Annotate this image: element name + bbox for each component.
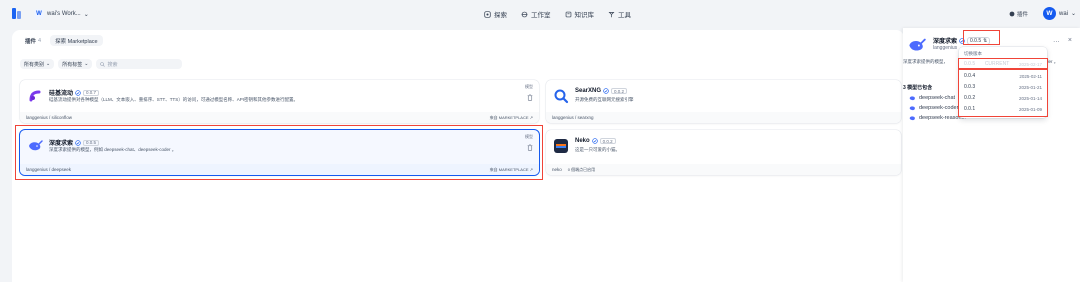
card-title: SearXNG 0.0.2 [575, 88, 628, 94]
siliconflow-icon [29, 90, 41, 102]
nav-knowledge-label: 知识库 [574, 12, 595, 19]
drawer-org: langgenius [933, 45, 958, 51]
user-name: wai [1059, 10, 1069, 17]
plugin-card-searxng[interactable]: SearXNG 0.0.2 开源免费的互联网元搜索引擎 langgenius /… [546, 80, 901, 123]
nav-explore-label: 探索 [494, 12, 507, 19]
card-footer: langgenius / siliconflow 來自 MARKETPLACE … [20, 112, 539, 123]
plugins-button[interactable]: 插件 [1009, 9, 1028, 19]
deepseek-icon [909, 116, 915, 121]
tag-filter[interactable]: 所有标签 ⌄ [58, 59, 93, 69]
card-title-text: SearXNG [575, 88, 602, 94]
avatar: W [1043, 7, 1056, 20]
nav-studio[interactable]: 工作室 [521, 9, 551, 19]
card-title: 硅基流动 0.0.7 [49, 88, 100, 97]
studio-icon [521, 11, 528, 17]
main-nav: 探索 工作室 知识库 工具 [484, 8, 631, 20]
highlight-box [963, 30, 1000, 45]
workspace-badge: W [34, 9, 44, 19]
tools-icon [608, 11, 615, 17]
plugin-icon [1009, 11, 1015, 17]
highlight-box [15, 125, 543, 180]
tab-marketplace-label: 探索 Marketplace [55, 38, 98, 45]
nav-studio-label: 工作室 [531, 12, 551, 19]
card-category-tag: 模型 [525, 84, 533, 89]
endpoints-status: 0 個端点已启用 [567, 166, 596, 172]
card-org: neko [552, 167, 562, 172]
filter-bar: 所有类别 ⌄ 所有标签 ⌄ 搜索 [20, 59, 183, 69]
card-title-text: 硅基流动 [49, 91, 74, 97]
search-input[interactable]: 搜索 [96, 59, 183, 69]
highlight-box [958, 69, 1048, 117]
model-item: deepseek-chat [909, 95, 955, 101]
card-description: 开源免费的互联网元搜索引擎 [575, 97, 634, 102]
trash-icon[interactable] [527, 94, 533, 101]
highlight-box [958, 58, 1048, 69]
search-placeholder: 搜索 [107, 61, 118, 68]
card-description: 硅基流动提供对各种模型（LLM、文本嵌入、重排序、STT、TTS）的访问，可通过… [49, 97, 299, 102]
knowledge-icon [565, 11, 571, 17]
model-item: deepseek-coder [909, 105, 958, 111]
verified-icon [591, 138, 598, 144]
model-name: deepseek-chat [919, 95, 956, 101]
neko-icon [554, 139, 568, 153]
nav-knowledge[interactable]: 知识库 [565, 9, 595, 19]
nav-tools-label: 工具 [618, 12, 631, 19]
explore-icon [484, 10, 491, 18]
category-filter-label: 所有类别 [24, 61, 45, 68]
chevron-down-icon: ⌄ [1071, 11, 1077, 17]
drawer-controls: … × [1053, 37, 1072, 44]
deepseek-whale-icon [909, 38, 926, 51]
card-description: 这是一只可爱的小猫。 [575, 147, 620, 152]
deepseek-icon [909, 96, 915, 101]
plugins-panel: 插件 4 探索 Marketplace 所有类别 ⌄ 所有标签 ⌄ 搜索 硅基流… [12, 30, 904, 282]
card-footer: neko 0 個端点已启用 [546, 164, 901, 175]
plugin-tabs: 插件 4 探索 Marketplace [20, 35, 103, 46]
top-bar: W wai's Work... ⌄ 探索 工作室 知识库 工具 插件 W wai… [0, 0, 1080, 28]
deepseek-icon [909, 106, 915, 111]
searxng-icon [554, 89, 569, 104]
verified-icon [75, 89, 81, 96]
search-icon [100, 61, 106, 67]
more-icon[interactable]: … [1053, 37, 1060, 44]
card-title-text: Neko [575, 138, 590, 144]
nav-explore[interactable]: 探索 [484, 9, 507, 19]
tab-plugins[interactable]: 插件 4 [20, 35, 46, 46]
version-badge: 0.0.7 [83, 89, 100, 96]
marketplace-link[interactable]: 來自 MARKETPLACE ↗ [490, 115, 533, 121]
tab-plugins-label: 插件 [25, 38, 37, 45]
tag-filter-label: 所有标签 [62, 61, 83, 68]
nav-tools[interactable]: 工具 [608, 9, 631, 19]
app-logo[interactable] [12, 8, 22, 19]
plugin-card-siliconflow[interactable]: 硅基流动 0.0.7 硅基流动提供对各种模型（LLM、文本嵌入、重排序、STT、… [20, 80, 539, 123]
plugins-button-label: 插件 [1017, 12, 1029, 18]
tab-marketplace[interactable]: 探索 Marketplace [50, 35, 103, 46]
version-badge: 0.0.2 [599, 138, 616, 144]
verified-icon [603, 88, 609, 94]
workspace-switcher[interactable]: W wai's Work... ⌄ [34, 8, 89, 20]
card-footer: langgenius / searxng [546, 112, 901, 123]
close-icon[interactable]: × [1068, 37, 1072, 44]
plugin-card-neko[interactable]: Neko 0.0.2 这是一只可爱的小猫。 neko 0 個端点已启用 [546, 130, 901, 175]
user-menu[interactable]: W wai ⌄ [1043, 7, 1076, 20]
card-title: Neko 0.0.2 [575, 138, 616, 144]
version-badge: 0.0.2 [611, 88, 628, 94]
tab-plugins-count: 4 [38, 37, 42, 44]
chevron-down-icon: ⌄ [83, 11, 89, 18]
workspace-name: wai's Work... [47, 11, 81, 17]
category-filter[interactable]: 所有类别 ⌄ [20, 59, 55, 69]
dropdown-header: 切换版本 [964, 51, 982, 56]
chevron-down-icon: ⌄ [46, 61, 51, 67]
chevron-down-icon: ⌄ [84, 61, 89, 67]
models-section-title: 3 模型已包含 [903, 85, 933, 91]
card-org: langgenius / searxng [552, 115, 594, 120]
card-org: langgenius / siliconflow [26, 115, 73, 120]
model-name: deepseek-coder [919, 105, 959, 111]
drawer-title-text: 深度求索 [933, 39, 958, 45]
drawer-description: 深度求索提供的模型， [903, 59, 948, 64]
